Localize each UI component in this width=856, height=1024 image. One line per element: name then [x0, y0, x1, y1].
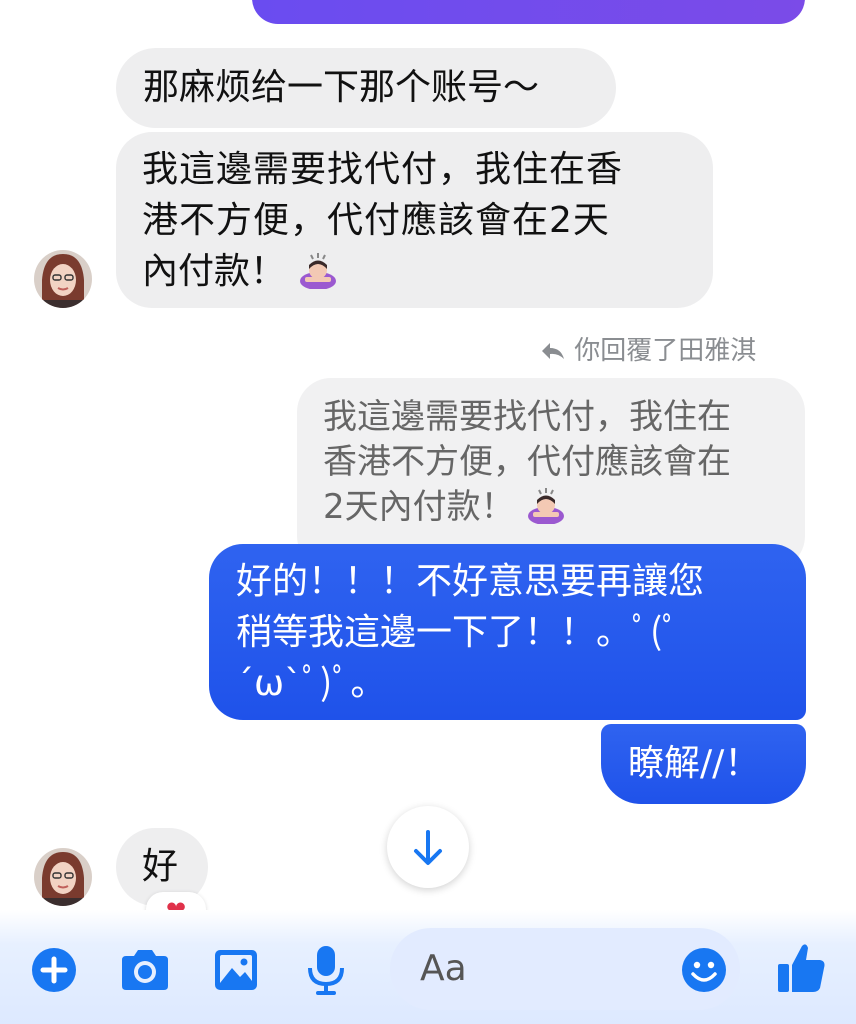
- avatar[interactable]: [34, 250, 92, 308]
- message-text-line: 港不方便，代付應該會在2天: [142, 200, 610, 241]
- avatar[interactable]: [34, 848, 92, 906]
- incoming-message[interactable]: 那麻烦给一下那个账号～: [116, 48, 616, 128]
- scroll-to-bottom-button[interactable]: [387, 806, 469, 888]
- microphone-icon: [308, 946, 344, 995]
- quoted-text-line: 我這邊需要找代付，我住在: [323, 397, 731, 437]
- person-bowing-emoji-icon: [300, 253, 337, 289]
- camera-button[interactable]: [118, 946, 172, 998]
- message-text-line: ´ω`ﾟ)ﾟ。: [236, 663, 387, 704]
- gallery-button[interactable]: [212, 946, 260, 998]
- quoted-text-line: 香港不方便，代付應該會在: [323, 442, 731, 482]
- outgoing-message[interactable]: 好的！！！不好意思要再讓您 稍等我這邊一下了！！。ﾟ(ﾟ ´ω`ﾟ)ﾟ。: [209, 544, 806, 720]
- quoted-message[interactable]: 我這邊需要找代付，我住在 香港不方便，代付應該會在 2天內付款！: [297, 378, 805, 570]
- thumbs-up-icon: [778, 944, 825, 992]
- camera-icon: [122, 950, 168, 990]
- message-text-line: 內付款！: [142, 246, 713, 297]
- smiley-icon: [682, 948, 726, 992]
- emoji-button[interactable]: [680, 946, 728, 998]
- message-text-line: 我這邊需要找代付，我住在香: [142, 149, 624, 190]
- reply-arrow-icon: [542, 343, 564, 359]
- message-text: 好: [142, 846, 179, 887]
- arrow-down-icon: [414, 830, 442, 865]
- message-input-placeholder: Aa: [420, 948, 467, 989]
- incoming-message[interactable]: 我這邊需要找代付，我住在香 港不方便，代付應該會在2天 內付款！: [116, 132, 713, 308]
- message-text: 瞭解//！: [628, 743, 761, 784]
- quoted-text-line: 2天內付款！: [323, 485, 805, 530]
- plus-circle-icon: [32, 948, 76, 992]
- reply-label: 你回覆了田雅淇: [540, 334, 756, 368]
- outgoing-message[interactable]: 瞭解//！: [601, 724, 806, 804]
- message-text: 那麻烦给一下那个账号～: [143, 67, 540, 108]
- message-text-line: 好的！！！不好意思要再讓您: [236, 561, 705, 602]
- message-text-line: 稍等我這邊一下了！！。ﾟ(ﾟ: [236, 612, 681, 653]
- avatar-photo: [34, 848, 92, 906]
- voice-message-button[interactable]: [306, 944, 346, 1000]
- person-bowing-emoji-icon: [528, 488, 565, 524]
- outgoing-message-stub[interactable]: [252, 0, 805, 24]
- like-button[interactable]: [776, 940, 828, 1000]
- add-button[interactable]: [30, 946, 78, 998]
- image-icon: [215, 950, 257, 990]
- avatar-photo: [34, 250, 92, 308]
